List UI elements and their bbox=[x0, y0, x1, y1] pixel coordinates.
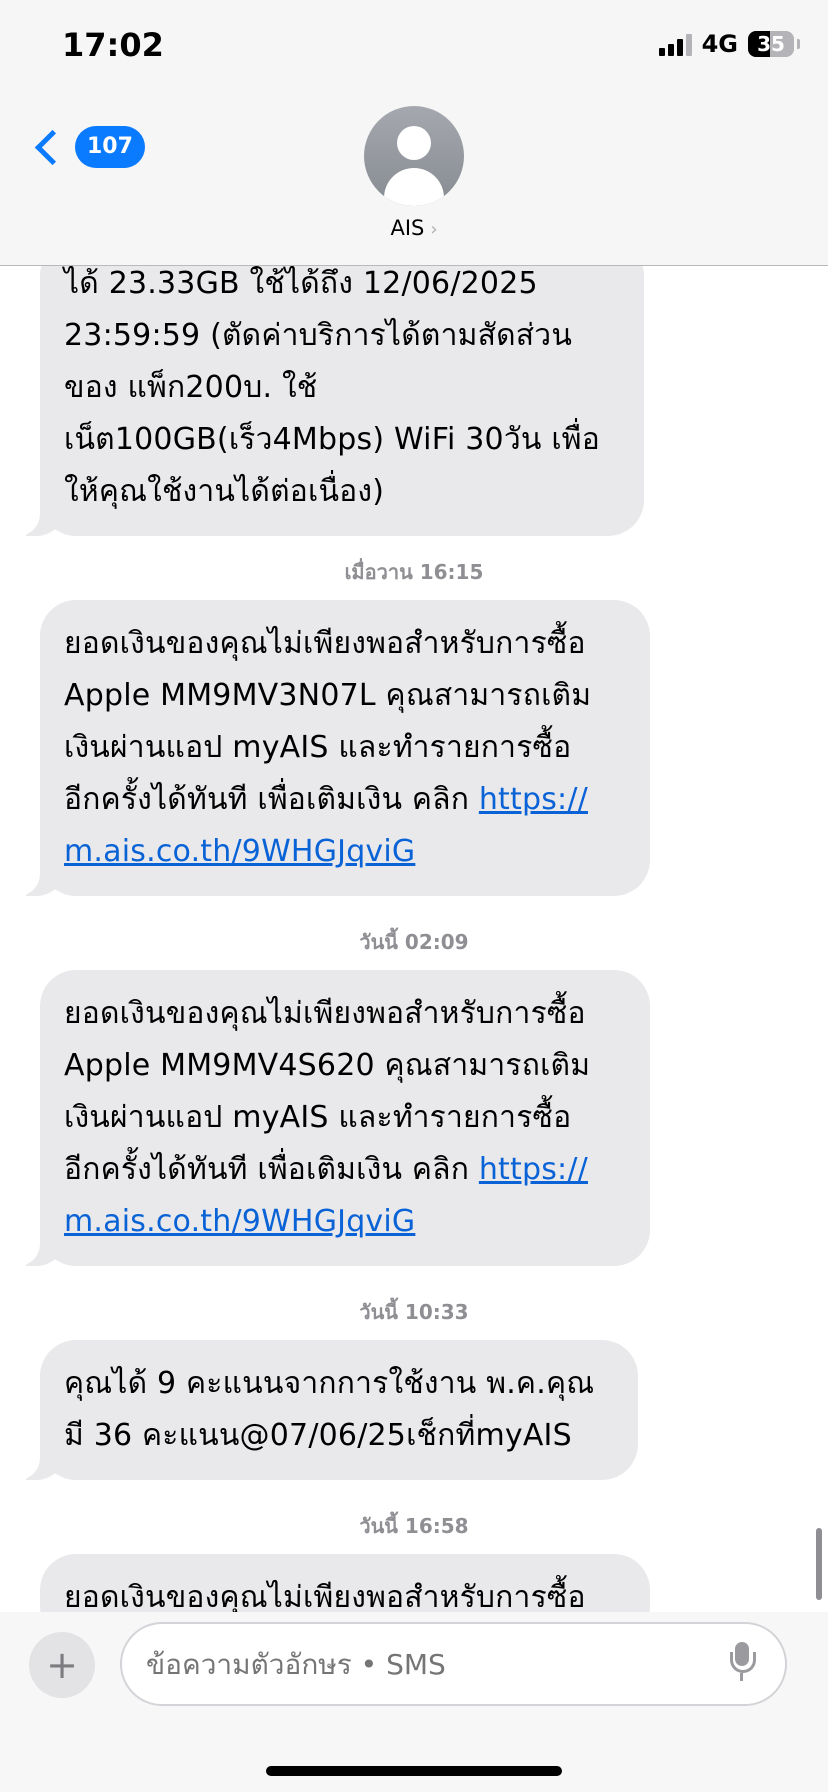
message-line: Apple MM9MV3N07L คุณสามารถเติม bbox=[64, 678, 592, 713]
message-line: ของ แพ็ก200บ. ใช้ bbox=[64, 370, 318, 405]
message-line: เงินผ่านแอป myAIS และทำรายการซื้อ bbox=[64, 730, 572, 765]
conversation-header: 17:02 4G 35 107 AIS › bbox=[0, 0, 828, 266]
contact-name-button[interactable]: AIS › bbox=[0, 216, 828, 240]
composer-bar: + bbox=[0, 1612, 828, 1792]
message-link[interactable]: https:// bbox=[479, 782, 588, 817]
scrollbar-thumb[interactable] bbox=[816, 1528, 822, 1600]
timestamp: วันนี้ 10:33 bbox=[359, 1300, 469, 1324]
battery-icon: 35 bbox=[748, 31, 800, 57]
message-bubble[interactable]: คุณได้ 9 คะแนนจากการใช้งาน พ.ค.คุณ มี 36… bbox=[16, 1340, 638, 1480]
timestamp: วันนี้ 16:58 bbox=[359, 1514, 469, 1538]
timestamp: วันนี้ 02:09 bbox=[359, 930, 469, 954]
message-line: m.ais.co.th/9WHGJqviG bbox=[64, 826, 626, 878]
microphone-icon[interactable] bbox=[730, 1642, 756, 1682]
cellular-signal-icon bbox=[658, 32, 692, 56]
message-line: มี 36 คะแนน@07/06/25เช็กที่myAIS bbox=[64, 1418, 572, 1453]
back-button[interactable]: 107 bbox=[32, 126, 145, 168]
message-text: อีกครั้งได้ทันที เพื่อเติมเงิน คลิก bbox=[64, 1152, 479, 1187]
message-line: คุณได้ 9 คะแนนจากการใช้งาน พ.ค.คุณ bbox=[64, 1366, 595, 1401]
message-line: m.ais.co.th/9WHGJqviG bbox=[64, 1196, 626, 1248]
message-line: อีกครั้งได้ทันที เพื่อเติมเงิน คลิก http… bbox=[64, 774, 626, 826]
message-bubble[interactable]: ได้ 23.33GB ใช้ได้ถึง 12/06/2025 23:59:5… bbox=[16, 240, 644, 536]
chevron-right-icon: › bbox=[430, 219, 438, 240]
status-indicators: 4G 35 bbox=[658, 30, 800, 58]
person-head-icon bbox=[397, 126, 431, 160]
chevron-left-icon bbox=[34, 129, 71, 165]
message-line: Apple MM9MV4S620 คุณสามารถเติม bbox=[64, 1048, 591, 1083]
plus-button[interactable]: + bbox=[29, 1632, 95, 1698]
message-link[interactable]: m.ais.co.th/9WHGJqviG bbox=[64, 1204, 415, 1239]
message-bubble[interactable]: ยอดเงินของคุณไม่เพียงพอสำหรับการซื้อ App… bbox=[16, 970, 650, 1266]
contact-name: AIS bbox=[390, 216, 425, 240]
message-link[interactable]: m.ais.co.th/9WHGJqviG bbox=[64, 834, 415, 869]
message-line: อีกครั้งได้ทันที เพื่อเติมเงิน คลิก http… bbox=[64, 1144, 626, 1196]
timestamp: เมื่อวาน 16:15 bbox=[344, 560, 484, 584]
message-line: 23:59:59 (ตัดค่าบริการได้ตามสัดส่วน bbox=[64, 318, 573, 353]
message-link[interactable]: https:// bbox=[479, 1152, 588, 1187]
message-input[interactable] bbox=[120, 1622, 787, 1706]
message-line: ยอดเงินของคุณไม่เพียงพอสำหรับการซื้อ bbox=[64, 1580, 586, 1612]
message-line: ยอดเงินของคุณไม่เพียงพอสำหรับการซื้อ bbox=[64, 626, 586, 661]
unread-count-badge: 107 bbox=[75, 126, 145, 168]
battery-percent: 35 bbox=[757, 32, 785, 56]
message-line: ยอดเงินของคุณไม่เพียงพอสำหรับการซื้อ bbox=[64, 996, 586, 1031]
message-line: เน็ต100GB(เร็ว4Mbps) WiFi 30วัน เพื่อ bbox=[64, 422, 600, 457]
message-line: เงินผ่านแอป myAIS และทำรายการซื้อ bbox=[64, 1100, 572, 1135]
network-type: 4G bbox=[701, 30, 738, 58]
message-bubble[interactable]: ยอดเงินของคุณไม่เพียงพอสำหรับการซื้อ bbox=[40, 1554, 650, 1612]
status-time: 17:02 bbox=[62, 26, 164, 64]
avatar[interactable] bbox=[364, 106, 464, 206]
person-body-icon bbox=[384, 168, 444, 206]
message-bubble[interactable]: ยอดเงินของคุณไม่เพียงพอสำหรับการซื้อ App… bbox=[16, 600, 650, 896]
home-indicator[interactable] bbox=[266, 1766, 562, 1776]
message-line: ให้คุณใช้งานได้ต่อเนื่อง) bbox=[64, 474, 385, 509]
message-text: อีกครั้งได้ทันที เพื่อเติมเงิน คลิก bbox=[64, 782, 479, 817]
